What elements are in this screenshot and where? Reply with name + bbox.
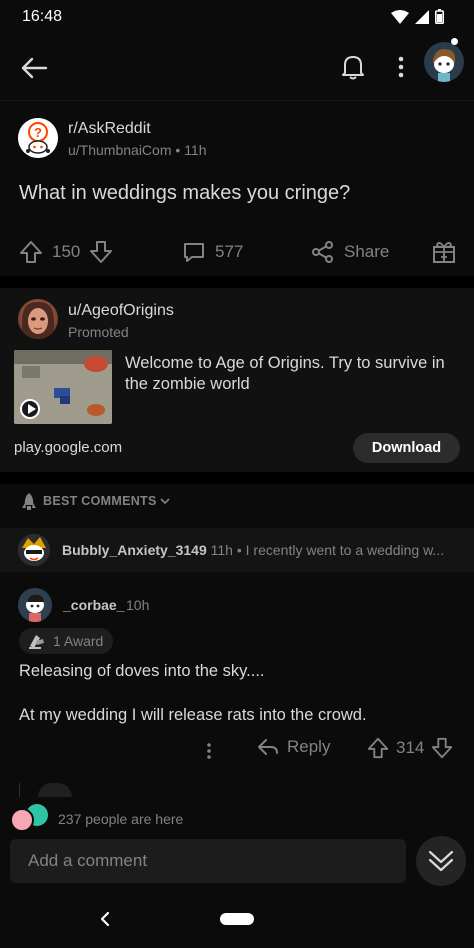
app-bar: [0, 34, 474, 100]
upvote-icon[interactable]: [18, 239, 44, 265]
comment-body-line: Releasing of doves into the sky....: [19, 662, 265, 680]
post-age: 11h: [184, 142, 207, 158]
advertiser-face-icon: [22, 301, 54, 339]
award-badge[interactable]: 1 Award: [19, 628, 114, 654]
post-author[interactable]: u/ThumbnaiCom: [68, 142, 172, 158]
back-arrow-icon[interactable]: [18, 52, 50, 84]
rocket-icon: [22, 493, 36, 510]
share-button[interactable]: Share: [310, 234, 389, 270]
subreddit-name[interactable]: r/AskReddit: [68, 120, 151, 138]
ad-headline[interactable]: Welcome to Age of Origins. Try to surviv…: [125, 353, 465, 395]
ad-video-thumbnail[interactable]: [14, 350, 112, 424]
comment-count: 577: [215, 242, 244, 261]
reply-label: Reply: [287, 737, 331, 756]
collapsed-comment[interactable]: Bubbly_Anxiety_3149 11h • I recently wen…: [0, 528, 474, 572]
more-vertical-icon[interactable]: [200, 740, 218, 762]
award-button[interactable]: [431, 234, 457, 270]
battery-icon: [435, 9, 444, 24]
comment-sort[interactable]: BEST COMMENTS: [0, 484, 474, 520]
comment-actions: Reply 314: [0, 736, 474, 764]
comment-body-line: At my wedding I will release rats into t…: [19, 706, 367, 724]
signal-icon: [415, 9, 429, 24]
play-icon[interactable]: [20, 399, 40, 419]
presence-text: 237 people are here: [58, 811, 184, 827]
system-nav-bar: [0, 894, 474, 948]
meta-separator: •: [175, 142, 185, 158]
avatar: [10, 808, 34, 832]
comment: _corbae_ 10h 1 Award Releasing of doves …: [0, 580, 474, 775]
downvote-icon[interactable]: [430, 736, 454, 760]
snoo-avatar-icon: [18, 534, 50, 566]
avatar[interactable]: [18, 588, 52, 622]
share-icon: [312, 241, 333, 263]
thread-line[interactable]: [19, 783, 20, 797]
comment-author[interactable]: Bubbly_Anxiety_3149: [62, 542, 207, 558]
section-divider: [0, 472, 474, 484]
post-title: What in weddings makes you cringe?: [19, 182, 351, 204]
downvote-icon[interactable]: [88, 239, 114, 265]
subreddit-icon[interactable]: ?: [18, 118, 58, 158]
comment-input[interactable]: [10, 839, 406, 883]
svg-text:?: ?: [34, 125, 42, 140]
comment-preview: I recently went to a wedding w...: [245, 542, 445, 558]
nav-back-icon[interactable]: [96, 908, 114, 930]
award-icon: [29, 635, 44, 649]
comment-composer: [0, 836, 474, 894]
post: ? r/AskReddit u/ThumbnaiCom • 11h What i…: [0, 100, 474, 276]
sort-label: BEST COMMENTS: [43, 494, 157, 508]
next-comment-button[interactable]: [416, 836, 466, 886]
collapsed-comment-line: Bubbly_Anxiety_3149 11h • I recently wen…: [62, 542, 444, 558]
comments-button[interactable]: 577: [181, 234, 243, 270]
promoted-post[interactable]: u/AgeofOrigins Promoted Welcome to Age o…: [0, 288, 474, 472]
comment-vote-group: 314: [366, 736, 454, 760]
vote-count: 150: [52, 242, 81, 261]
comment-score: 314: [396, 738, 425, 757]
reply-icon: [258, 739, 278, 755]
avatar[interactable]: [18, 534, 50, 566]
snoo-avatar-icon: [18, 588, 52, 622]
bell-icon[interactable]: [338, 52, 368, 82]
more-vertical-icon[interactable]: [390, 52, 412, 82]
presence-indicator: 237 people are here: [0, 800, 474, 836]
comment-author[interactable]: _corbae_: [63, 597, 124, 613]
share-label: Share: [344, 242, 390, 261]
promoted-label: Promoted: [68, 324, 129, 340]
comment-age: 11h: [210, 542, 233, 558]
award-label: 1 Award: [53, 633, 104, 649]
upvote-icon[interactable]: [366, 736, 390, 760]
comment-age: 10h: [126, 597, 150, 613]
ad-domain[interactable]: play.google.com: [14, 439, 122, 456]
status-icons: [391, 9, 444, 24]
comment-icon: [184, 243, 204, 262]
reply-button[interactable]: Reply: [257, 737, 330, 757]
post-actions: 150 577 Share: [0, 234, 474, 270]
online-indicator: [451, 38, 458, 45]
chevron-down-icon: [160, 498, 170, 505]
post-meta: u/ThumbnaiCom • 11h: [68, 142, 207, 158]
advertiser-avatar[interactable]: [18, 299, 58, 339]
nav-home-pill[interactable]: [220, 913, 254, 925]
meta-separator: •: [236, 542, 242, 558]
snoo-avatar-icon: [424, 42, 464, 82]
vote-group: 150: [18, 234, 114, 270]
user-avatar[interactable]: [424, 42, 464, 82]
download-button[interactable]: Download: [353, 433, 460, 463]
askreddit-snoo-icon: ?: [18, 118, 58, 158]
double-chevron-down-icon: [428, 850, 454, 872]
status-bar: 16:48: [0, 0, 474, 34]
wifi-icon: [391, 9, 409, 24]
advertiser-name[interactable]: u/AgeofOrigins: [68, 302, 174, 320]
section-divider: [0, 276, 474, 288]
avatar: [38, 783, 72, 797]
status-time: 16:48: [22, 8, 63, 25]
gift-icon: [433, 242, 455, 263]
